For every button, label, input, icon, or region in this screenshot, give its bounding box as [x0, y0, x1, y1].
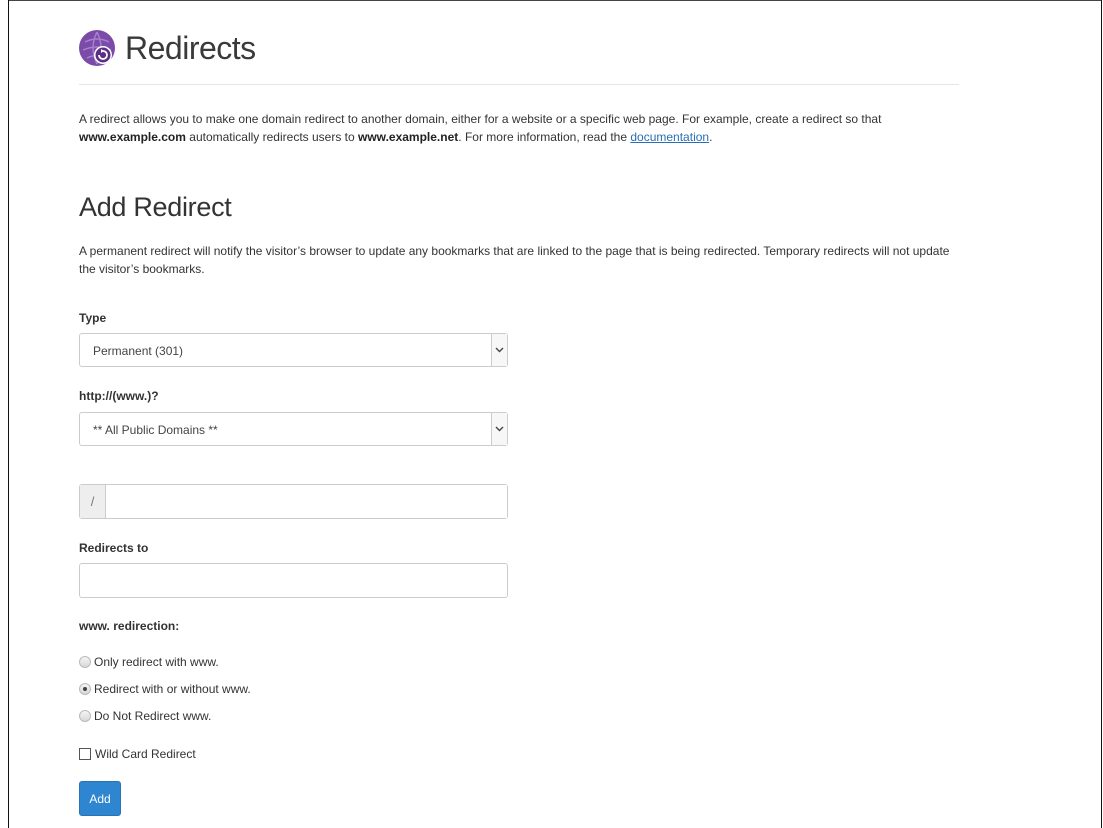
redirect-globe-icon — [79, 30, 115, 66]
type-select-value: Permanent (301) — [93, 344, 184, 358]
radio-label: Only redirect with www. — [94, 655, 219, 669]
redirects-to-label: Redirects to — [79, 541, 149, 555]
radio-label: Redirect with or without www. — [94, 682, 251, 696]
type-select[interactable]: Permanent (301) — [79, 333, 508, 367]
section-description: A permanent redirect will notify the vis… — [79, 244, 950, 276]
chevron-down-icon[interactable] — [491, 334, 507, 366]
section-title: Add Redirect — [79, 192, 232, 222]
www-redirection-label: www. redirection: — [79, 619, 180, 633]
window-top-border — [8, 0, 1102, 1]
radio-with-or-without-www[interactable]: Redirect with or without www. — [79, 681, 251, 697]
chevron-down-icon[interactable] — [491, 413, 507, 445]
wildcard-redirect-option[interactable]: Wild Card Redirect — [79, 747, 196, 761]
add-button[interactable]: Add — [79, 781, 121, 816]
intro-text-part: automatically redirects users to — [185, 130, 359, 144]
example-target-domain: www.example.net — [358, 130, 459, 144]
domain-label: http://(www.)? — [79, 389, 159, 403]
path-input[interactable] — [106, 485, 507, 518]
intro-text-part: . — [709, 130, 713, 144]
radio-button[interactable] — [79, 656, 91, 668]
path-prefix: / — [80, 485, 106, 518]
intro-text-part: A redirect allows you to make one domain… — [79, 112, 882, 126]
path-input-group: / — [79, 484, 508, 519]
redirects-to-input[interactable] — [79, 563, 508, 598]
window-right-border — [1101, 0, 1102, 828]
radio-label: Do Not Redirect www. — [94, 709, 212, 723]
domain-select-value: ** All Public Domains ** — [93, 423, 218, 437]
page-header: Redirects — [79, 22, 256, 74]
intro-text: A redirect allows you to make one domain… — [79, 110, 969, 146]
radio-do-not-redirect-www[interactable]: Do Not Redirect www. — [79, 708, 211, 724]
wildcard-checkbox[interactable] — [79, 748, 91, 760]
wildcard-label: Wild Card Redirect — [95, 747, 196, 761]
page-title: Redirects — [125, 29, 256, 66]
radio-button[interactable] — [79, 710, 91, 722]
radio-button-selected[interactable] — [79, 683, 91, 695]
documentation-link[interactable]: documentation — [630, 130, 709, 144]
window-left-border — [8, 0, 9, 828]
intro-text-part: . For more information, read the — [458, 130, 631, 144]
type-label: Type — [79, 311, 107, 325]
domain-select[interactable]: ** All Public Domains ** — [79, 412, 508, 446]
radio-only-www[interactable]: Only redirect with www. — [79, 654, 219, 670]
header-divider — [79, 84, 959, 85]
example-source-domain: www.example.com — [79, 130, 186, 144]
